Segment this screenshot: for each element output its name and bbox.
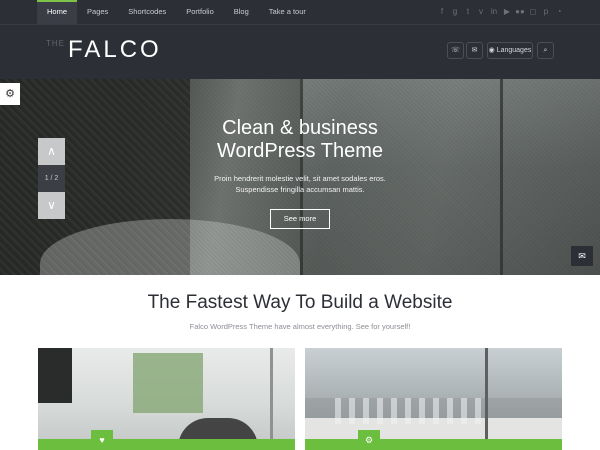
social-links: f g t v in ▶ ●● ◻ p ◔ <box>437 0 564 24</box>
feature-card[interactable]: ⚙ <box>305 348 562 450</box>
chevron-down-icon: ∨ <box>47 198 56 212</box>
gear-icon: ⚙ <box>5 88 15 100</box>
heart-icon: ♥ <box>99 435 105 445</box>
hero-title: Clean & business WordPress Theme <box>200 117 400 163</box>
rss-icon[interactable]: ◔ <box>554 6 564 18</box>
nav-item-home[interactable]: Home <box>37 0 78 24</box>
languages-button[interactable]: ◉ Languages <box>487 42 533 59</box>
nav-item-pages[interactable]: Pages <box>77 0 118 24</box>
youtube-icon[interactable]: ▶ <box>502 6 512 18</box>
google-plus-icon[interactable]: g <box>450 6 460 18</box>
linkedin-icon[interactable]: in <box>489 6 499 18</box>
mail-icon: ✉ <box>578 251 586 261</box>
nav-item-shortcodes[interactable]: Shortcodes <box>118 0 176 24</box>
pinterest-icon[interactable]: p <box>541 6 551 18</box>
nav-item-portfolio[interactable]: Portfolio <box>176 0 224 24</box>
top-navigation-bar: Home Pages Shortcodes Portfolio Blog Tak… <box>0 0 600 24</box>
facebook-icon[interactable]: f <box>437 6 447 18</box>
mail-button[interactable]: ✉ <box>466 42 483 59</box>
logo-prefix: THE <box>46 39 65 48</box>
instagram-icon[interactable]: ◻ <box>528 6 538 18</box>
phone-icon: ☏ <box>451 47 460 54</box>
phone-button[interactable]: ☏ <box>447 42 464 59</box>
hero-text-line: Suspendisse fringilla accumsan mattis. <box>235 185 365 194</box>
slider-controls: ∧ 1 / 2 ∨ <box>38 138 65 219</box>
card-image-detail <box>38 348 72 403</box>
nav-item-take-a-tour[interactable]: Take a tour <box>259 0 316 24</box>
flickr-icon[interactable]: ●● <box>515 6 525 18</box>
contact-button[interactable]: ✉ <box>571 246 593 266</box>
gears-icon: ⚙ <box>364 435 374 445</box>
card-image-detail <box>305 348 562 398</box>
hero-text: Proin hendrerit molestie velit, sit amet… <box>200 173 400 195</box>
card-badge[interactable]: ♥ <box>91 430 113 450</box>
card-accent-bar <box>305 439 562 450</box>
style-switcher-button[interactable]: ⚙ <box>0 83 20 105</box>
vimeo-icon[interactable]: v <box>476 6 486 18</box>
see-more-button[interactable]: See more <box>270 209 330 229</box>
main-nav: Home Pages Shortcodes Portfolio Blog Tak… <box>37 0 316 24</box>
section-title: The Fastest Way To Build a Website <box>147 292 453 313</box>
slider-next-button[interactable]: ∨ <box>38 192 65 219</box>
card-image-detail <box>133 353 203 413</box>
slider-prev-button[interactable]: ∧ <box>38 138 65 165</box>
card-image-detail <box>485 348 488 450</box>
site-header: THE FALCO ☏ ✉ ◉ Languages ⌕ <box>0 24 600 79</box>
hero-title-line: Clean & business <box>222 117 378 139</box>
search-icon: ⌕ <box>543 47 548 54</box>
search-button[interactable]: ⌕ <box>537 42 554 59</box>
logo-text: FALCO <box>68 36 162 63</box>
slide-counter: 1 / 2 <box>38 165 65 192</box>
twitter-icon[interactable]: t <box>463 6 473 18</box>
section-subtitle: Falco WordPress Theme have almost everyt… <box>189 322 411 331</box>
hero-text-line: Proin hendrerit molestie velit, sit amet… <box>214 174 386 183</box>
feature-card[interactable]: ♥ <box>38 348 295 450</box>
chevron-up-icon: ∧ <box>47 144 56 158</box>
mail-icon: ✉ <box>471 47 478 54</box>
card-accent-bar <box>38 439 295 450</box>
card-badge[interactable]: ⚙ <box>358 430 380 450</box>
nav-item-blog[interactable]: Blog <box>224 0 259 24</box>
hero-slider: Clean & business WordPress Theme Proin h… <box>0 79 600 275</box>
card-image-detail <box>270 348 273 450</box>
hero-title-line: WordPress Theme <box>217 140 383 162</box>
